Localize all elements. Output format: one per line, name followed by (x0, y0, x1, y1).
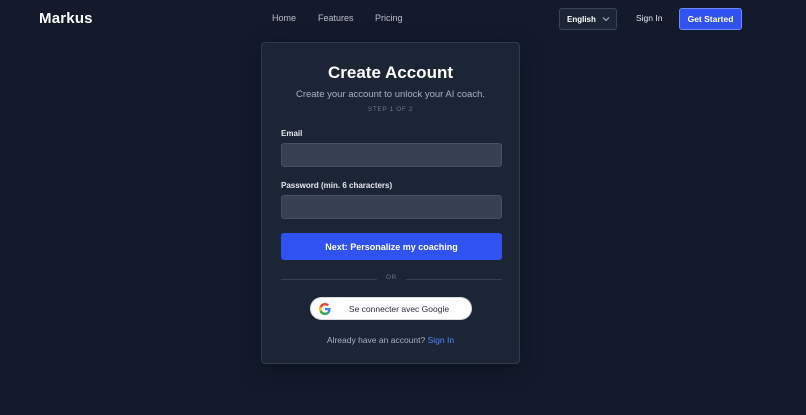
google-button-label: Se connecter avec Google (348, 303, 450, 314)
google-sign-in-button[interactable]: Se connecter avec Google (310, 297, 472, 320)
next-personalize-button[interactable]: Next: Personalize my coaching (281, 233, 502, 260)
language-select-value: English (567, 14, 596, 24)
email-field[interactable] (281, 143, 502, 167)
nav-features[interactable]: Features (318, 13, 354, 23)
language-select[interactable]: English (559, 8, 617, 30)
header-sign-in-link[interactable]: Sign In (636, 13, 662, 23)
sign-in-prompt-text: Already have an account? (326, 335, 426, 345)
chevron-down-icon (602, 17, 610, 22)
email-label: Email (281, 129, 303, 138)
footer-sign-in-link[interactable]: Sign In (428, 335, 454, 345)
or-divider: OR (281, 274, 502, 284)
nav-pricing[interactable]: Pricing (375, 13, 403, 23)
get-started-button[interactable]: Get Started (679, 8, 742, 30)
nav-home[interactable]: Home (272, 13, 296, 23)
password-field[interactable] (281, 195, 502, 219)
sign-in-prompt: Already have an account? Sign In (262, 335, 519, 345)
page-subtitle: Create your account to unlock your AI co… (295, 89, 486, 100)
step-indicator: STEP 1 OF 2 (367, 106, 414, 113)
create-account-card: Create Account Create your account to un… (261, 42, 520, 364)
password-label: Password (min. 6 characters) (281, 181, 393, 190)
top-navigation-bar: Markus Home Features Pricing English Sig… (0, 0, 806, 38)
divider-line-right (406, 279, 502, 280)
page-title: Create Account (327, 63, 453, 82)
